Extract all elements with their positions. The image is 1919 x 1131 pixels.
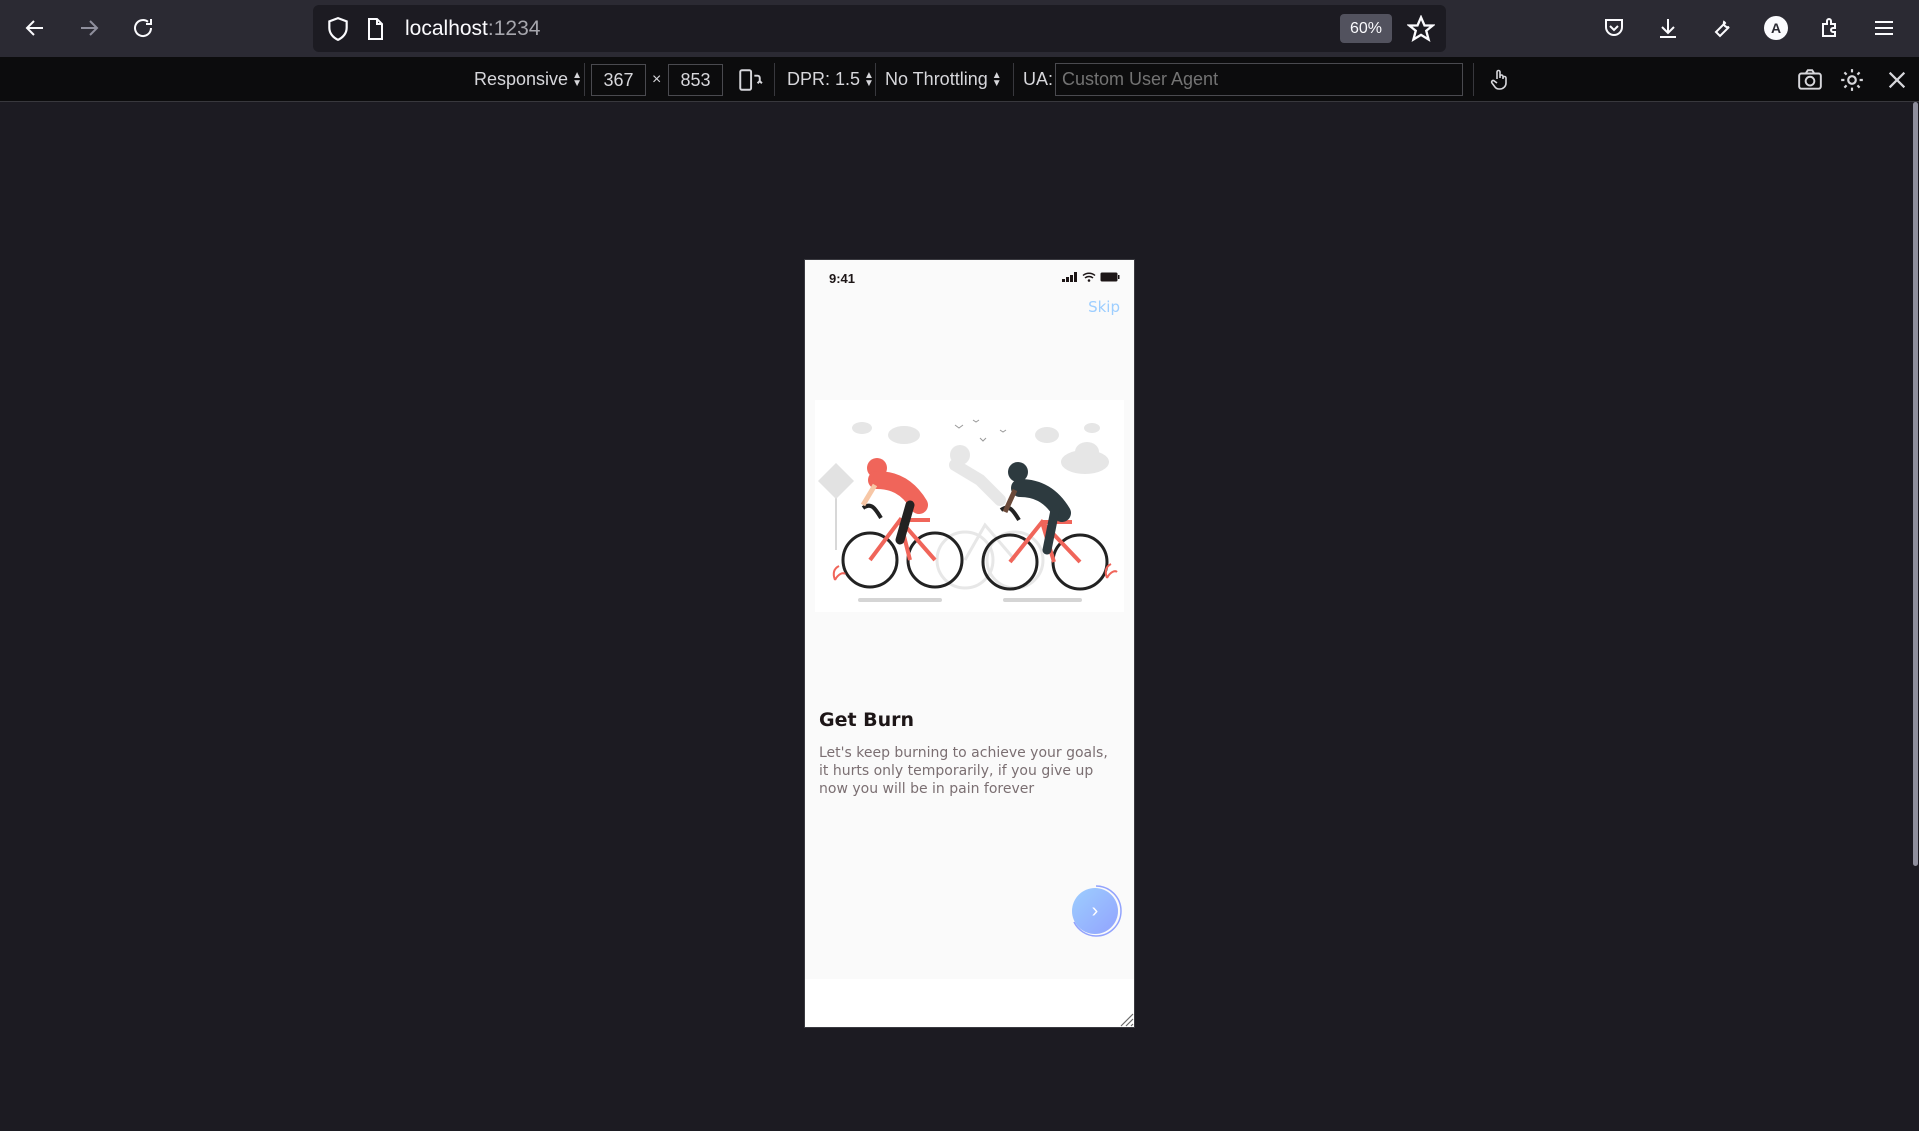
- viewport-height-input[interactable]: 853: [668, 64, 723, 96]
- chevron-right-icon: ›: [1091, 899, 1099, 922]
- account-button[interactable]: A: [1757, 8, 1795, 48]
- forward-arrow-icon: [81, 20, 99, 36]
- viewport-area: 9:41 Skip Get Burn Let's keep burning to…: [0, 102, 1919, 1131]
- camera-icon: [1798, 69, 1822, 90]
- divider: [1013, 63, 1014, 96]
- signal-icon: [1062, 272, 1077, 282]
- device-selector-label: Responsive: [474, 69, 569, 89]
- settings-button[interactable]: [1837, 65, 1867, 95]
- divider: [875, 63, 876, 96]
- downloads-button[interactable]: [1649, 8, 1687, 48]
- updown-arrows-icon: ▲ ▼: [991, 69, 1002, 89]
- updown-arrows-icon: ▲ ▼: [572, 69, 582, 89]
- dpr-selector[interactable]: DPR: 1.5 ▲ ▼: [787, 57, 874, 102]
- dpr-selector-label: DPR: 1.5: [787, 69, 861, 89]
- back-button[interactable]: [16, 8, 54, 48]
- user-agent-input[interactable]: Custom User Agent: [1055, 63, 1463, 96]
- device-viewport: 9:41 Skip Get Burn Let's keep burning to…: [805, 260, 1134, 1027]
- rotate-device-icon: [739, 69, 763, 91]
- bookmark-star-icon[interactable]: [1407, 15, 1435, 43]
- onboarding-screen: 9:41 Skip Get Burn Let's keep burning to…: [805, 260, 1134, 979]
- onboarding-title: Get Burn: [819, 709, 915, 731]
- next-button[interactable]: ›: [1072, 888, 1118, 934]
- url-port: :1234: [487, 17, 541, 40]
- cyclists-image: [818, 419, 1118, 602]
- responsive-design-toolbar: Responsive ▲ ▼ 367 × 853 DPR: 1.5 ▲ ▼ No T…: [0, 57, 1919, 102]
- avatar: A: [1764, 16, 1788, 40]
- updown-arrows-icon: ▲ ▼: [864, 69, 874, 89]
- cyclists-illustration: [815, 400, 1124, 612]
- onboarding-description: Let's keep burning to achieve your goals…: [819, 745, 1108, 797]
- url-host: localhost: [405, 17, 488, 40]
- zoom-level-button[interactable]: 60%: [1340, 14, 1392, 43]
- gear-icon: [1841, 69, 1863, 91]
- vertical-scrollbar[interactable]: [1913, 102, 1918, 866]
- throttling-selector[interactable]: No Throttling ▲ ▼: [885, 57, 1002, 102]
- hamburger-icon: [1875, 21, 1893, 35]
- skip-button[interactable]: Skip: [1088, 298, 1120, 316]
- status-bar-time: 9:41: [829, 271, 856, 286]
- browser-toolbar: localhost:1234 60% A: [0, 0, 1919, 57]
- puzzle-icon: [1822, 18, 1836, 37]
- devtools-button[interactable]: [1703, 8, 1741, 48]
- avatar-initial: A: [1770, 20, 1782, 36]
- rotate-viewport-button[interactable]: [735, 65, 765, 95]
- dimension-separator: ×: [652, 70, 662, 88]
- page-info-icon[interactable]: [363, 16, 387, 42]
- viewport-width-input[interactable]: 367: [591, 64, 646, 96]
- ua-label: UA:: [1023, 69, 1054, 89]
- resize-handle[interactable]: [1116, 1009, 1134, 1027]
- reload-icon: [134, 19, 153, 37]
- url-bar[interactable]: localhost:1234 60%: [313, 5, 1446, 52]
- touch-hand-icon: [1490, 69, 1507, 90]
- divider: [584, 63, 585, 96]
- forward-button[interactable]: [70, 8, 108, 48]
- battery-icon: [1100, 272, 1120, 282]
- download-icon: [1660, 19, 1676, 38]
- url-text[interactable]: localhost:1234: [405, 17, 540, 41]
- wrench-icon: [1714, 20, 1730, 38]
- divider: [774, 63, 775, 96]
- shield-icon[interactable]: [325, 16, 351, 42]
- extensions-button[interactable]: [1811, 8, 1849, 48]
- menu-button[interactable]: [1865, 8, 1903, 48]
- divider: [1473, 63, 1474, 96]
- status-bar-icons: [1062, 272, 1120, 282]
- throttling-selector-label: No Throttling: [885, 69, 988, 89]
- reload-button[interactable]: [124, 8, 162, 48]
- device-selector[interactable]: Responsive ▲ ▼: [474, 57, 582, 102]
- next-button-wrapper[interactable]: ›: [1069, 884, 1123, 938]
- close-icon: [1888, 71, 1906, 89]
- pocket-icon: [1605, 19, 1623, 36]
- wifi-icon: [1082, 272, 1096, 282]
- screenshot-button[interactable]: [1795, 65, 1825, 95]
- pocket-button[interactable]: [1595, 8, 1633, 48]
- touch-simulation-button[interactable]: [1485, 65, 1515, 95]
- close-rdm-button[interactable]: [1882, 65, 1912, 95]
- back-arrow-icon: [25, 20, 43, 36]
